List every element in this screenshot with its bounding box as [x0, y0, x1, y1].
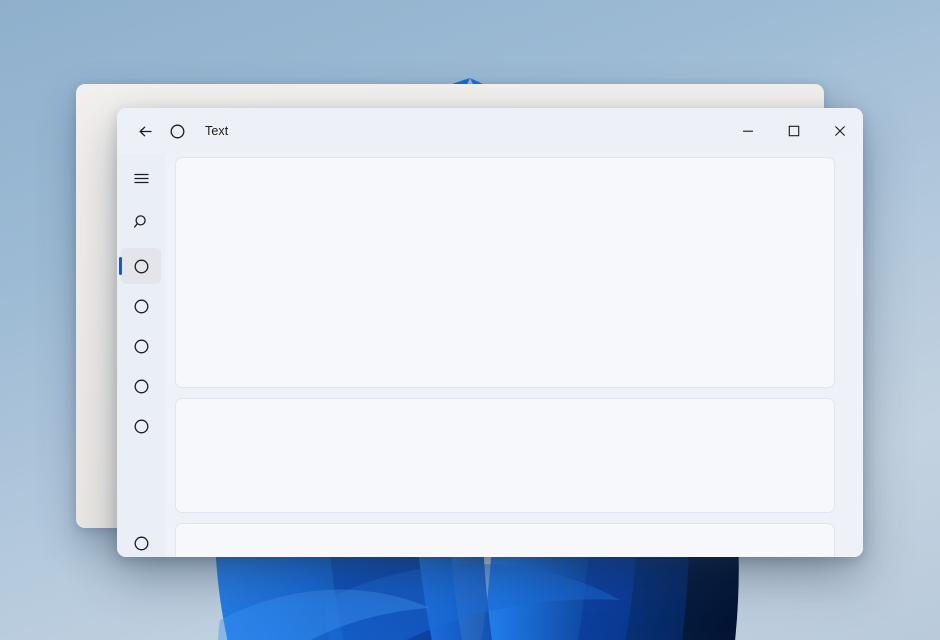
app-icon-button[interactable] [161, 115, 193, 147]
content-card-2[interactable] [175, 398, 835, 513]
circle-icon [134, 536, 148, 550]
circle-icon [134, 259, 148, 273]
title-bar[interactable]: Text [117, 108, 863, 154]
maximize-button[interactable] [771, 108, 817, 154]
circle-icon [134, 299, 148, 313]
content-card-3[interactable] [175, 523, 835, 557]
hamburger-icon [133, 173, 149, 183]
window-title: Text [205, 124, 229, 138]
content-card-1[interactable] [175, 157, 835, 388]
sidebar-item-2[interactable] [121, 328, 161, 364]
back-arrow-icon [139, 126, 152, 136]
search-button[interactable] [121, 204, 161, 240]
circle-icon [170, 124, 184, 138]
sidebar-item-4[interactable] [121, 408, 161, 444]
desktop: Text [0, 0, 940, 640]
sidebar-item-1[interactable] [121, 288, 161, 324]
window-controls [725, 108, 863, 154]
application-window: Text [117, 108, 863, 557]
content-area [165, 154, 863, 557]
sidebar-bottom-section [117, 525, 165, 557]
back-button[interactable] [129, 115, 161, 147]
sidebar-item-0[interactable] [119, 248, 161, 284]
sidebar-item-settings[interactable] [121, 525, 161, 557]
maximize-icon [788, 125, 800, 137]
minimize-button[interactable] [725, 108, 771, 154]
circle-icon [134, 339, 148, 353]
circle-icon [134, 379, 148, 393]
close-icon [835, 126, 845, 136]
navigation-sidebar [117, 154, 165, 557]
search-icon [133, 215, 146, 228]
circle-icon [134, 419, 148, 433]
window-body [117, 154, 863, 557]
minimize-icon [743, 130, 753, 132]
sidebar-item-3[interactable] [121, 368, 161, 404]
hamburger-menu-button[interactable] [121, 160, 161, 196]
close-button[interactable] [817, 108, 863, 154]
